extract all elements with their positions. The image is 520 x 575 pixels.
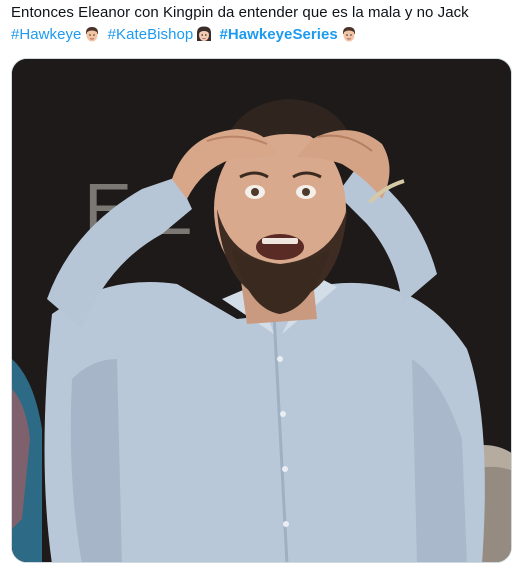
tweet-media-image[interactable]: E L <box>11 58 512 563</box>
woman-archer-emoji-icon <box>197 26 212 41</box>
hashtag-hawkeyeseries[interactable]: #HawkeyeSeries <box>220 26 338 43</box>
man-face-emoji-icon <box>342 27 355 42</box>
hashtag-katebishop[interactable]: #KateBishop <box>108 26 194 43</box>
hashtag-line: #Hawkeye #KateBishop #HawkeyeSeries <box>11 24 511 46</box>
tweet-text: Entonces Eleanor con Kingpin da entender… <box>11 2 511 46</box>
meme-photo: E L <box>12 59 511 562</box>
hashtag-hawkeye[interactable]: #Hawkeye <box>11 26 81 43</box>
tweet-body: Entonces Eleanor con Kingpin da entender… <box>11 4 469 21</box>
man-face-emoji-icon <box>86 27 99 42</box>
tweet: Entonces Eleanor con Kingpin da entender… <box>0 0 520 575</box>
